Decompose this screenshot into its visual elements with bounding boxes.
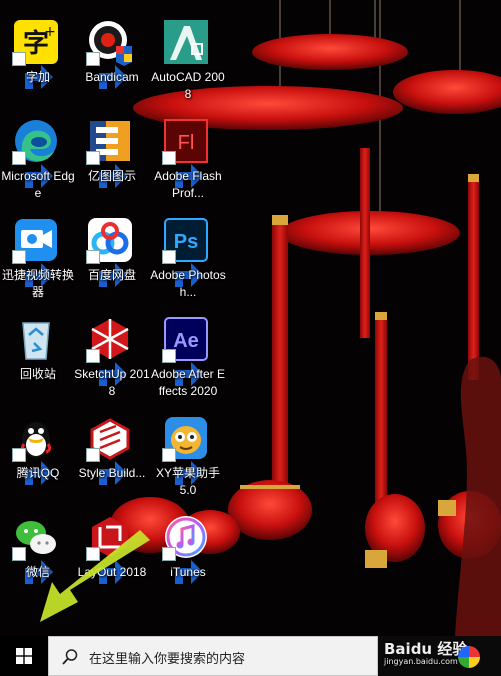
shortcut-arrow-icon xyxy=(162,250,203,287)
shortcut-arrow-icon xyxy=(12,547,53,584)
start-button[interactable] xyxy=(0,636,48,676)
watermark-text: Baidu 经验 xyxy=(384,640,468,658)
search-input[interactable] xyxy=(87,645,371,671)
svg-text:+: + xyxy=(44,24,56,40)
edraw-icon xyxy=(86,117,134,188)
search-icon xyxy=(62,649,78,665)
desktop-icon-style-builder[interactable]: Style Build... xyxy=(74,402,150,498)
shortcut-arrow-icon xyxy=(86,250,127,287)
annotation-arrow-icon xyxy=(40,530,150,622)
edge-icon xyxy=(12,117,60,188)
desktop-icon-flash[interactable]: Fl Adobe Flash Prof... xyxy=(150,105,226,201)
baidu-netdisk-icon xyxy=(86,216,134,287)
shortcut-arrow-icon xyxy=(162,349,203,386)
shortcut-arrow-icon xyxy=(86,448,127,485)
svg-text:Fl: Fl xyxy=(178,132,195,154)
style-builder-icon xyxy=(86,414,134,485)
shortcut-arrow-icon xyxy=(162,448,203,485)
shortcut-arrow-icon xyxy=(86,349,127,386)
qq-icon xyxy=(12,414,60,485)
shortcut-arrow-icon xyxy=(12,52,53,89)
desktop-icon-xy-assistant[interactable]: XY苹果助手 5.0 xyxy=(150,402,226,498)
desktop-icon-after-effects[interactable]: Ae Adobe After Effects 2020 xyxy=(150,303,226,399)
shortcut-arrow-icon xyxy=(162,151,203,188)
desktop-icon-autocad[interactable]: AutoCAD 2008 xyxy=(150,6,226,102)
desktop-icon-recycle-bin[interactable]: 回收站 xyxy=(0,303,76,399)
svg-text:Ps: Ps xyxy=(174,231,198,253)
after-effects-icon: Ae xyxy=(162,315,210,386)
shortcut-arrow-icon xyxy=(86,151,127,188)
flash-icon: Fl xyxy=(162,117,210,188)
desktop-icon-qq[interactable]: 腾讯QQ xyxy=(0,402,76,498)
desktop-icon-bandicam[interactable]: Bandicam xyxy=(74,6,150,102)
shortcut-arrow-icon xyxy=(12,151,53,188)
xy-assistant-icon xyxy=(162,414,210,485)
desktop-icon-edge[interactable]: Microsoft Edge xyxy=(0,105,76,201)
autocad-icon xyxy=(162,18,210,66)
shortcut-arrow-icon xyxy=(12,448,53,485)
bandicam-icon xyxy=(86,18,134,89)
shortcut-arrow-icon xyxy=(162,547,203,584)
windows-logo-icon xyxy=(16,648,32,664)
svg-text:Ae: Ae xyxy=(173,330,199,352)
shortcut-arrow-icon xyxy=(12,250,53,287)
photoshop-icon: Ps xyxy=(162,216,210,287)
desktop-icon-zijia[interactable]: 字 + 字加 xyxy=(0,6,76,102)
baidu-jingyan-watermark: Baidu 经验 jingyan.baidu.com xyxy=(384,638,467,666)
recycle-bin-icon xyxy=(12,315,60,363)
tray-app-icon[interactable] xyxy=(458,646,480,668)
shortcut-arrow-icon xyxy=(86,52,127,89)
itunes-icon xyxy=(162,513,210,584)
taskbar: Baidu 经验 jingyan.baidu.com xyxy=(0,636,501,676)
desktop-icon-edraw[interactable]: 亿图图示 xyxy=(74,105,150,201)
sketchup-icon xyxy=(86,315,134,386)
zijia-icon: 字 + xyxy=(12,18,60,89)
video-converter-icon xyxy=(12,216,60,287)
desktop-icon-sketchup[interactable]: SketchUp 2018 xyxy=(74,303,150,399)
desktop-icon-baidu-netdisk[interactable]: 百度网盘 xyxy=(74,204,150,300)
taskbar-search-box[interactable] xyxy=(48,636,378,676)
desktop-icon-itunes[interactable]: iTunes xyxy=(150,501,226,597)
desktop-icon-video-converter[interactable]: 迅捷视频转换器 xyxy=(0,204,76,300)
watermark-subtext: jingyan.baidu.com xyxy=(384,657,458,666)
desktop-icon-photoshop[interactable]: Ps Adobe Photosh... xyxy=(150,204,226,300)
